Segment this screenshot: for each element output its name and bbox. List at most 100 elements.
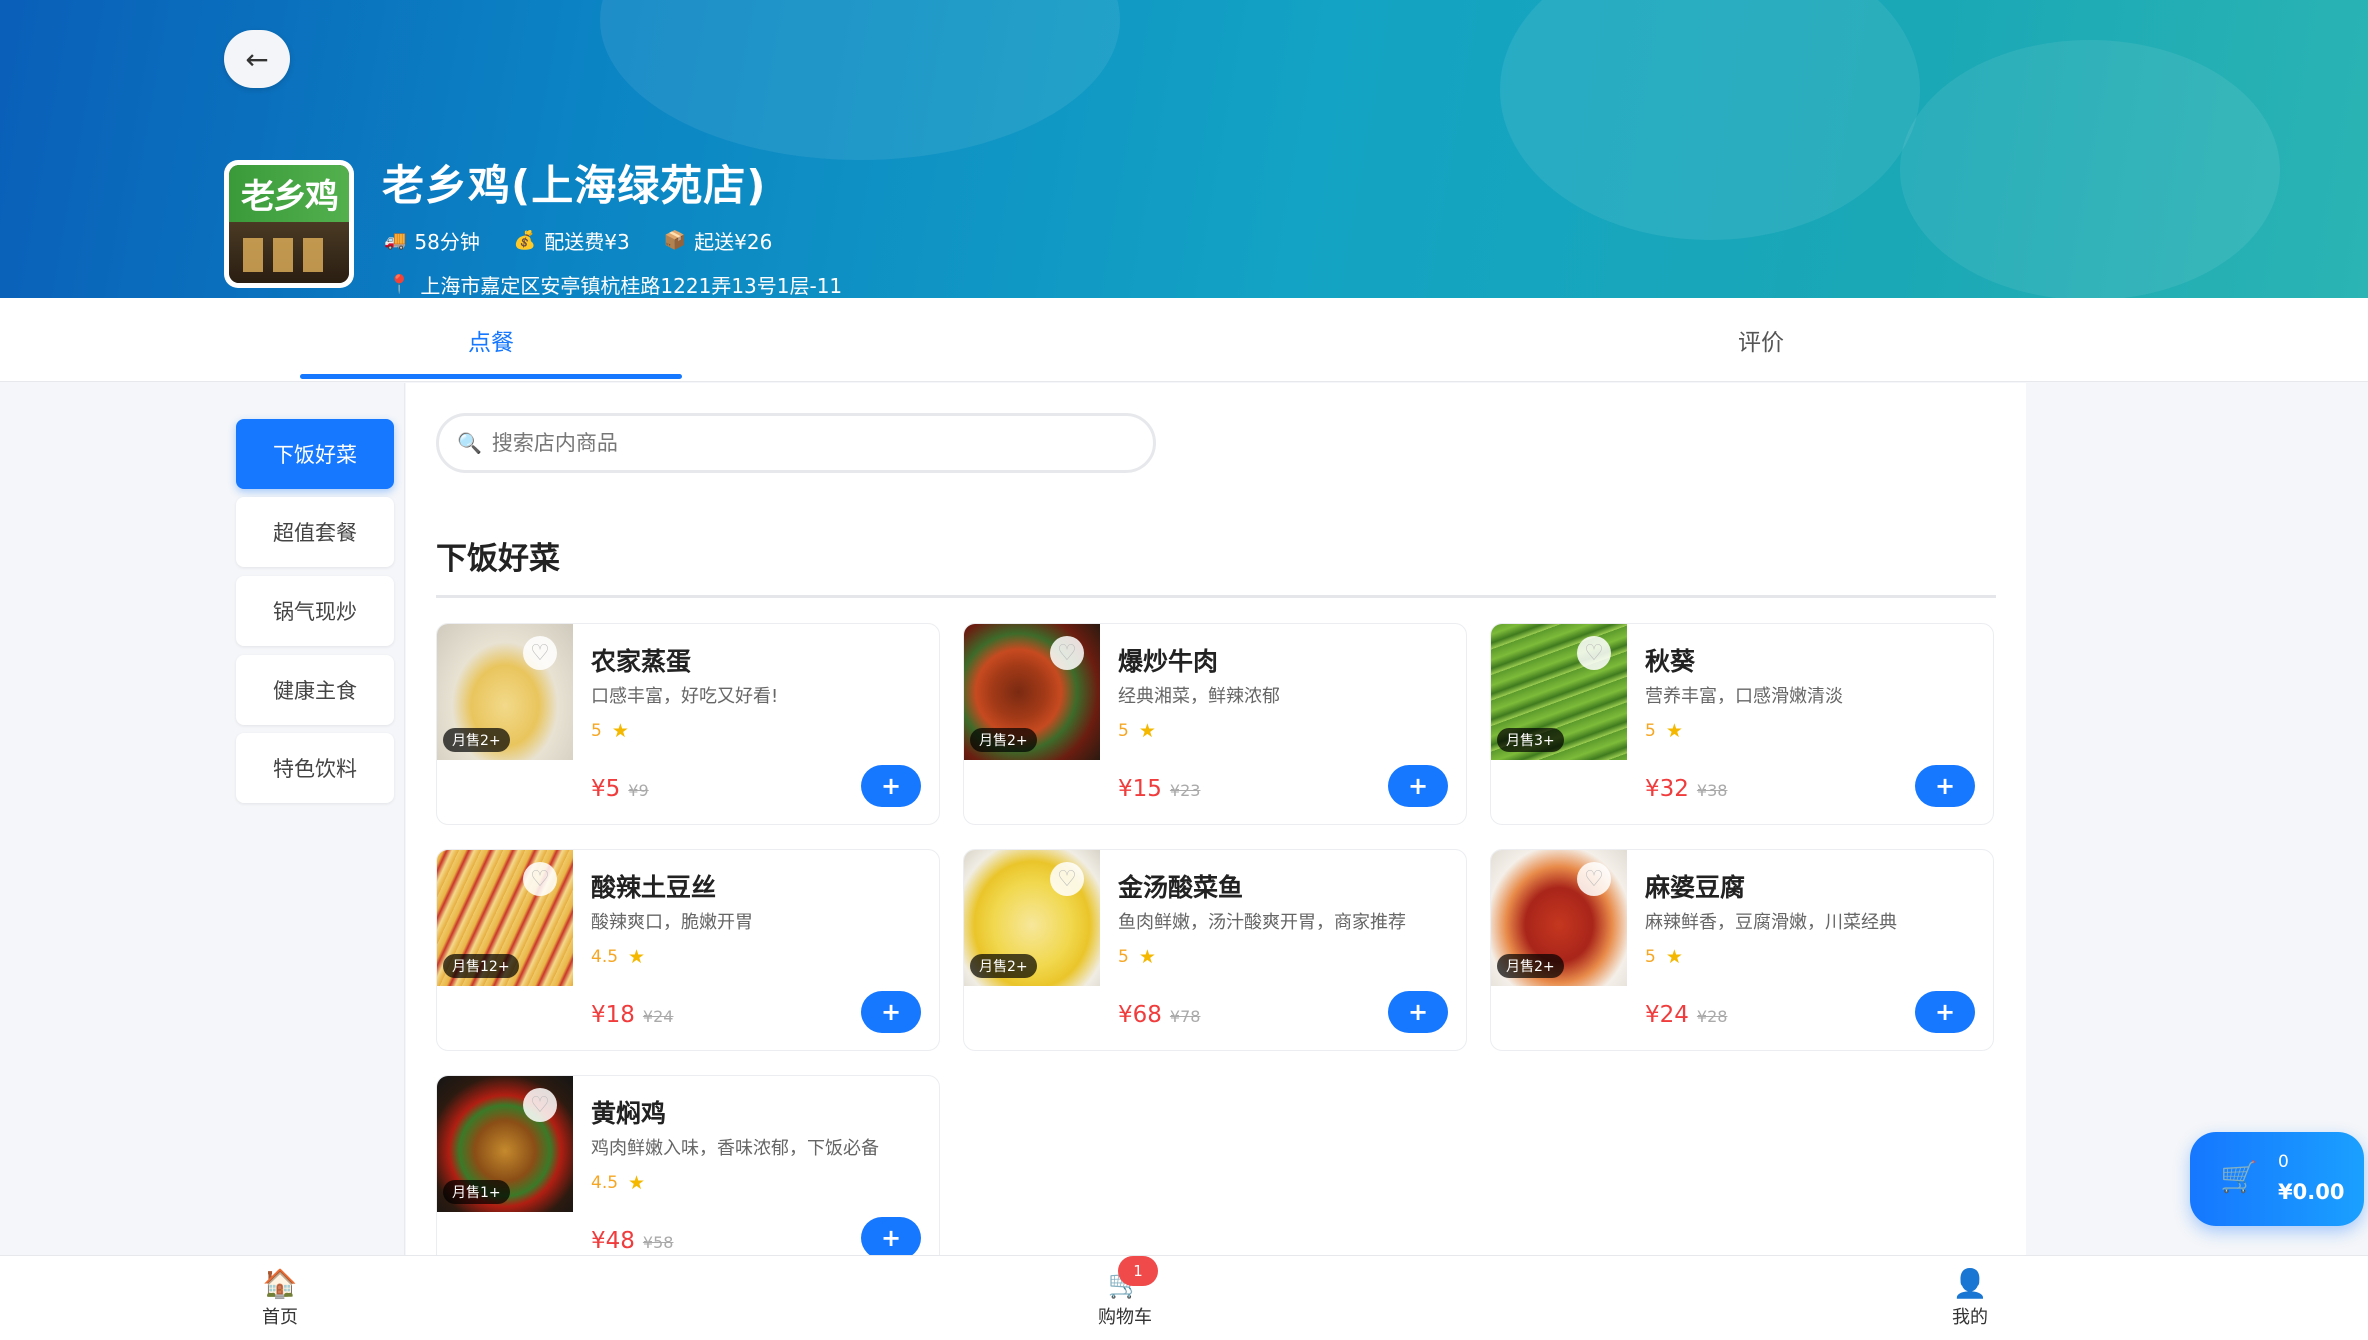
product-rating: 5 ★ xyxy=(1645,720,1683,742)
product-description: 口感丰富，好吃又好看! xyxy=(591,686,779,707)
user-icon: 👤 xyxy=(1952,1266,1988,1300)
category-item-meal-dishes[interactable]: 下饭好菜 xyxy=(236,419,394,489)
add-to-cart-button[interactable]: + xyxy=(1915,991,1975,1033)
star-icon: ★ xyxy=(628,946,646,968)
section-title: 下饭好菜 xyxy=(436,541,560,577)
product-rating: 5 ★ xyxy=(591,720,629,742)
favorite-heart-icon[interactable]: ♡ xyxy=(1577,862,1611,896)
product-image-stir-fried-beef: ♡ 月售2+ xyxy=(964,624,1100,760)
current-price: ¥32 xyxy=(1645,776,1689,802)
monthly-sales-badge: 月售2+ xyxy=(970,954,1037,978)
monthly-sales-badge: 月售2+ xyxy=(1497,954,1564,978)
add-to-cart-button[interactable]: + xyxy=(1388,991,1448,1033)
category-item-value-combos[interactable]: 超值套餐 xyxy=(236,497,394,567)
location-pin-icon: 📍 xyxy=(388,274,411,295)
product-card[interactable]: ♡ 月售3+ 秋葵 营养丰富，口感滑嫩清淡 5 ★ ¥32 ¥38 + xyxy=(1490,623,1994,825)
back-button[interactable]: ← xyxy=(224,30,290,88)
product-image-steamed-egg: ♡ 月售2+ xyxy=(437,624,573,760)
product-rating: 5 ★ xyxy=(1645,946,1683,968)
search-input[interactable] xyxy=(491,431,1092,455)
star-icon: ★ xyxy=(1138,946,1156,968)
delivery-time-text: 58分钟 xyxy=(414,230,480,254)
product-name: 金汤酸菜鱼 xyxy=(1118,873,1244,902)
product-rating: 5 ★ xyxy=(1118,720,1156,742)
cart-total: ¥0.00 xyxy=(2278,1180,2345,1204)
product-card[interactable]: ♡ 月售2+ 农家蒸蛋 口感丰富，好吃又好看! 5 ★ ¥5 ¥9 + xyxy=(436,623,940,825)
product-rating: 4.5 ★ xyxy=(591,1172,645,1194)
rating-value: 5 xyxy=(1645,721,1656,741)
nav-me-label: 我的 xyxy=(1952,1306,1988,1328)
product-description: 鸡肉鲜嫩入味，香味浓郁，下饭必备 xyxy=(591,1138,879,1159)
original-price: ¥78 xyxy=(1169,1007,1201,1026)
monthly-sales-badge: 月售1+ xyxy=(443,1180,510,1204)
product-card[interactable]: ♡ 月售2+ 麻婆豆腐 麻辣鲜香，豆腐滑嫩，川菜经典 5 ★ ¥24 ¥28 + xyxy=(1490,849,1994,1051)
star-icon: ★ xyxy=(1665,720,1683,742)
current-price: ¥24 xyxy=(1645,1002,1689,1028)
favorite-heart-icon[interactable]: ♡ xyxy=(1577,636,1611,670)
product-name: 爆炒牛肉 xyxy=(1118,647,1219,676)
monthly-sales-badge: 月售2+ xyxy=(443,728,510,752)
product-description: 鱼肉鲜嫩，汤汁酸爽开胃，商家推荐 xyxy=(1118,912,1406,933)
product-price: ¥48 ¥58 xyxy=(591,1228,673,1254)
favorite-heart-icon[interactable]: ♡ xyxy=(523,862,557,896)
product-name: 黄焖鸡 xyxy=(591,1099,667,1128)
star-icon: ★ xyxy=(611,720,629,742)
cart-icon: 🛒 xyxy=(2220,1160,2258,1195)
bottom-navigation: 🏠 首页 🛒 购物车 👤 我的 xyxy=(0,1255,2368,1340)
delivery-truck-icon: 🚚 xyxy=(384,230,407,251)
add-to-cart-button[interactable]: + xyxy=(1915,765,1975,807)
cart-item-count: 0 xyxy=(2278,1152,2289,1172)
tab-order[interactable]: 点餐 xyxy=(300,298,682,382)
search-bar[interactable]: 🔍 xyxy=(436,413,1156,473)
product-card[interactable]: ♡ 月售12+ 酸辣土豆丝 酸辣爽口，脆嫩开胃 4.5 ★ ¥18 ¥24 + xyxy=(436,849,940,1051)
category-item-staple-food[interactable]: 健康主食 xyxy=(236,655,394,725)
monthly-sales-badge: 月售2+ xyxy=(970,728,1037,752)
product-image-potato-shreds: ♡ 月售12+ xyxy=(437,850,573,986)
favorite-heart-icon[interactable]: ♡ xyxy=(1050,862,1084,896)
original-price: ¥23 xyxy=(1169,781,1201,800)
current-price: ¥5 xyxy=(591,776,621,802)
product-description: 酸辣爽口，脆嫩开胃 xyxy=(591,912,753,933)
product-image-braised-chicken: ♡ 月售1+ xyxy=(437,1076,573,1212)
star-icon: ★ xyxy=(628,1172,646,1194)
product-card[interactable]: ♡ 月售2+ 金汤酸菜鱼 鱼肉鲜嫩，汤汁酸爽开胃，商家推荐 5 ★ ¥68 ¥7… xyxy=(963,849,1467,1051)
original-price: ¥28 xyxy=(1696,1007,1728,1026)
current-price: ¥48 xyxy=(591,1228,635,1254)
rating-value: 4.5 xyxy=(591,947,619,967)
store-name: 老乡鸡(上海绿苑店) xyxy=(382,161,767,210)
floating-cart-button[interactable]: 🛒 0 ¥0.00 xyxy=(2190,1132,2364,1226)
category-item-wok-fried[interactable]: 锅气现炒 xyxy=(236,576,394,646)
store-address-text: 上海市嘉定区安亭镇杭桂路1221弄13号1层-11 xyxy=(420,274,843,298)
store-address: 📍 上海市嘉定区安亭镇杭桂路1221弄13号1层-11 xyxy=(388,270,842,298)
original-price: ¥24 xyxy=(642,1007,674,1026)
product-description: 营养丰富，口感滑嫩清淡 xyxy=(1645,686,1843,707)
cart-count-badge: 1 xyxy=(1118,1256,1158,1286)
add-to-cart-button[interactable]: + xyxy=(861,991,921,1033)
product-card[interactable]: ♡ 月售2+ 爆炒牛肉 经典湘菜，鲜辣浓郁 5 ★ ¥15 ¥23 + xyxy=(963,623,1467,825)
add-to-cart-button[interactable]: + xyxy=(861,1217,921,1255)
product-name: 麻婆豆腐 xyxy=(1645,873,1746,902)
tab-review[interactable]: 评价 xyxy=(1570,298,1952,382)
add-to-cart-button[interactable]: + xyxy=(1388,765,1448,807)
favorite-heart-icon[interactable]: ♡ xyxy=(1050,636,1084,670)
rating-value: 5 xyxy=(1118,947,1129,967)
category-sidebar: 下饭好菜 超值套餐 锅气现炒 健康主食 特色饮料 xyxy=(0,383,405,1255)
nav-home-label: 首页 xyxy=(262,1306,298,1328)
product-name: 农家蒸蛋 xyxy=(591,647,692,676)
favorite-heart-icon[interactable]: ♡ xyxy=(523,636,557,670)
home-icon: 🏠 xyxy=(262,1266,298,1300)
rating-value: 4.5 xyxy=(591,1173,619,1193)
search-icon: 🔍 xyxy=(457,431,482,455)
delivery-fee: 💰 配送费¥3 xyxy=(514,226,630,255)
product-image-mapo-tofu: ♡ 月售2+ xyxy=(1491,850,1627,986)
nav-me[interactable]: 👤 我的 xyxy=(1870,1256,2070,1340)
current-price: ¥15 xyxy=(1118,776,1162,802)
category-item-drinks[interactable]: 特色饮料 xyxy=(236,733,394,803)
current-price: ¥68 xyxy=(1118,1002,1162,1028)
section-divider xyxy=(436,595,1996,598)
nav-home[interactable]: 🏠 首页 xyxy=(180,1256,380,1340)
favorite-heart-icon[interactable]: ♡ xyxy=(523,1088,557,1122)
product-name: 秋葵 xyxy=(1645,647,1696,676)
add-to-cart-button[interactable]: + xyxy=(861,765,921,807)
product-card[interactable]: ♡ 月售1+ 黄焖鸡 鸡肉鲜嫩入味，香味浓郁，下饭必备 4.5 ★ ¥48 ¥5… xyxy=(436,1075,940,1255)
